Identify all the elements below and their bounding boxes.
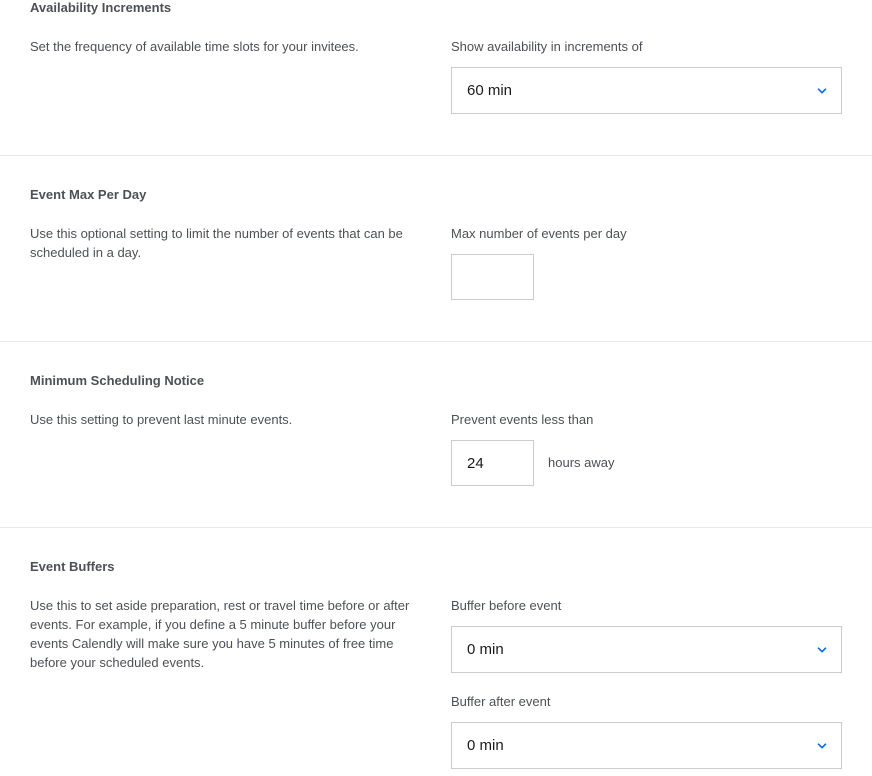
event-max-per-day-description: Use this optional setting to limit the n…	[30, 226, 403, 260]
availability-increments-value: 60 min	[467, 82, 513, 99]
event-max-per-day-heading: Event Max Per Day	[30, 187, 147, 202]
event-buffers-heading: Event Buffers	[30, 559, 115, 574]
section-divider	[0, 155, 872, 156]
minimum-notice-hours-input[interactable]	[451, 440, 534, 486]
buffer-after-label: Buffer after event	[451, 694, 551, 709]
section-divider	[0, 527, 872, 528]
section-divider	[0, 341, 872, 342]
availability-increments-description: Set the frequency of available time slot…	[30, 39, 359, 54]
minimum-scheduling-notice-heading: Minimum Scheduling Notice	[30, 373, 205, 388]
buffer-after-value: 0 min	[467, 737, 504, 754]
buffer-after-select[interactable]: 0 min	[451, 722, 842, 769]
hours-away-label: hours away	[548, 455, 615, 470]
availability-increments-heading: Availability Increments	[30, 0, 172, 15]
minimum-scheduling-notice-label: Prevent events less than	[451, 412, 594, 427]
buffer-before-select[interactable]: 0 min	[451, 626, 842, 673]
availability-increments-select[interactable]: 60 min	[451, 67, 842, 114]
buffer-before-value: 0 min	[467, 641, 504, 658]
buffer-before-label: Buffer before event	[451, 598, 562, 613]
event-max-per-day-label: Max number of events per day	[451, 226, 627, 241]
availability-increments-label: Show availability in increments of	[451, 39, 643, 54]
event-settings-page: Availability Increments Set the frequenc…	[0, 0, 872, 776]
max-events-per-day-input[interactable]	[451, 254, 534, 300]
chevron-down-icon	[817, 646, 827, 652]
chevron-down-icon	[817, 742, 827, 748]
minimum-scheduling-notice-description: Use this setting to prevent last minute …	[30, 412, 293, 427]
chevron-down-icon	[817, 87, 827, 93]
event-buffers-description: Use this to set aside preparation, rest …	[30, 598, 410, 670]
